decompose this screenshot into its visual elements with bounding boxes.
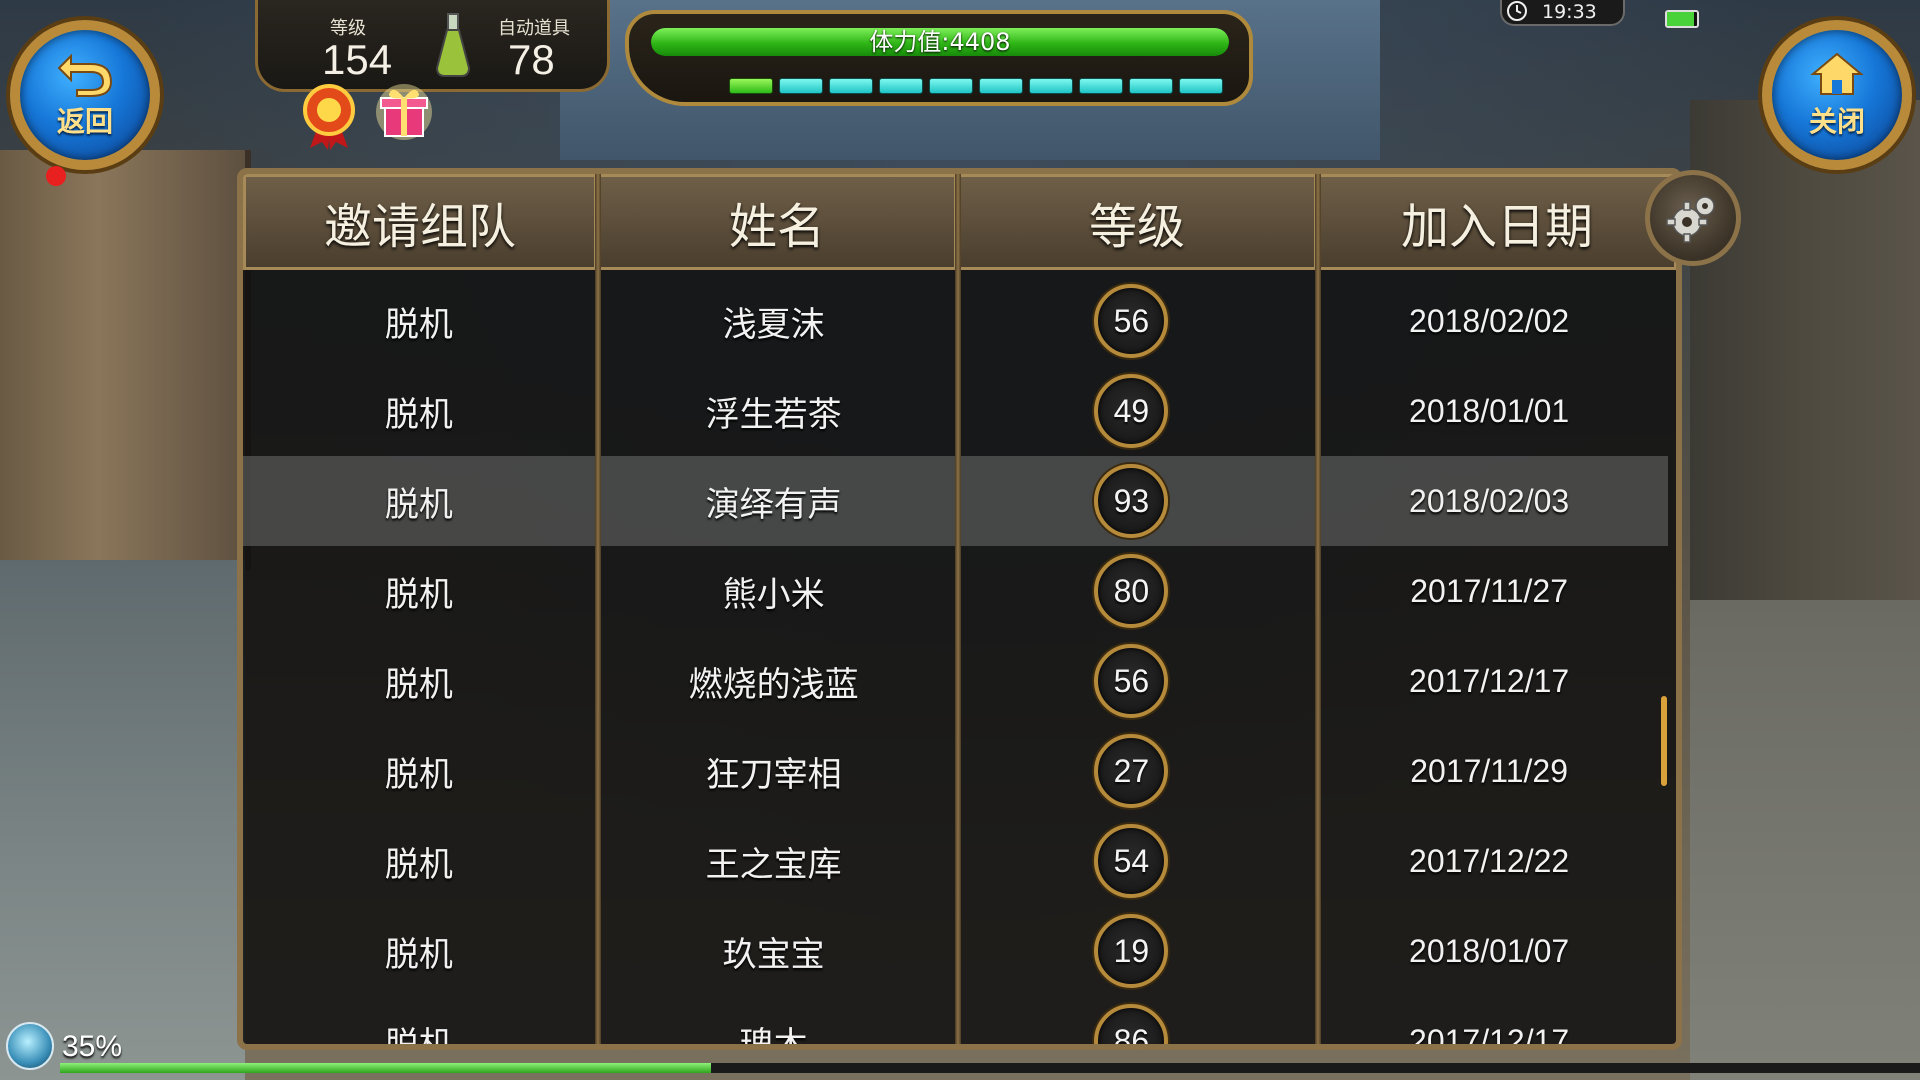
clock-icon xyxy=(1507,1,1527,21)
name-cell: 玖宝宝 xyxy=(722,934,825,975)
home-icon xyxy=(1810,52,1864,95)
stamina-segment xyxy=(1079,78,1123,94)
game-screen: 返回 等级 154 自动道具 78 体力值:4408 19:33 关闭 邀请组队… xyxy=(0,0,1920,1080)
clock: 19:33 xyxy=(1500,0,1625,26)
status-cell: 脱机 xyxy=(384,574,453,615)
clock-text: 19:33 xyxy=(1542,1,1597,23)
join-date-cell: 2017/12/17 xyxy=(1409,1022,1570,1050)
stamina-frame: 体力值:4408 xyxy=(625,10,1253,106)
table-scrollbar[interactable] xyxy=(1661,696,1667,786)
level-badge: 49 xyxy=(1094,374,1169,448)
column-divider xyxy=(1315,174,1321,1044)
status-cell: 脱机 xyxy=(384,754,453,795)
level-badge: 80 xyxy=(1094,554,1169,628)
level-badge: 56 xyxy=(1094,284,1169,358)
potion-icon xyxy=(435,13,471,77)
right-street xyxy=(1690,600,1920,1080)
join-date-cell: 2018/01/07 xyxy=(1409,932,1570,969)
name-cell: 熊小米 xyxy=(722,574,825,615)
stamina-text: 体力值:4408 xyxy=(869,28,1011,56)
join-date-cell: 2018/01/01 xyxy=(1409,392,1570,429)
status-cell: 脱机 xyxy=(384,484,453,525)
status-cell: 脱机 xyxy=(384,304,453,345)
level-cell: 54 xyxy=(953,816,1311,906)
name-cell: 燃烧的浅蓝 xyxy=(688,664,859,705)
member-table: 邀请组队 姓名 等级 加入日期 脱机 浅夏沫 56 2018/02/02 脱机 浮生若茶 4… xyxy=(237,168,1682,1050)
exp-orb-icon xyxy=(6,1022,54,1070)
exp-fill xyxy=(60,1063,711,1073)
battery-fill xyxy=(1667,12,1694,26)
join-date-cell: 2018/02/02 xyxy=(1409,302,1570,339)
level-cell: 56 xyxy=(953,636,1311,726)
right-building xyxy=(1690,100,1920,620)
stamina-segments xyxy=(729,78,1223,94)
column-divider xyxy=(955,174,961,1044)
stamina-segment xyxy=(929,78,973,94)
close-label: 关闭 xyxy=(1808,105,1865,138)
name-cell: 浮生若茶 xyxy=(705,394,842,435)
status-cell: 脱机 xyxy=(384,1024,453,1050)
join-date-cell: 2017/11/27 xyxy=(1410,572,1568,609)
level-cell: 49 xyxy=(953,366,1311,456)
exp-percent: 35% xyxy=(62,1030,123,1063)
settings-button[interactable] xyxy=(1645,170,1741,266)
exp-bar xyxy=(60,1063,1920,1073)
level-badge: 54 xyxy=(1094,824,1169,898)
header-level[interactable]: 等级 xyxy=(957,174,1317,270)
name-cell: 王之宝库 xyxy=(705,844,842,885)
left-street xyxy=(0,560,245,1080)
column-divider xyxy=(595,174,601,1044)
level-badge: 27 xyxy=(1094,734,1169,808)
gear-icon xyxy=(1666,196,1715,243)
level-cell: 19 xyxy=(953,906,1311,996)
notification-dot xyxy=(46,166,66,186)
header-invite-team[interactable]: 邀请组队 xyxy=(243,174,597,270)
level-cell: 56 xyxy=(953,276,1311,366)
level-badge: 86 xyxy=(1094,1004,1169,1044)
level-cell: 93 xyxy=(953,456,1311,546)
status-cell: 脱机 xyxy=(384,934,453,975)
close-button[interactable]: 关闭 xyxy=(1762,20,1912,170)
medal-icon[interactable] xyxy=(300,82,358,150)
level-badge: 56 xyxy=(1094,644,1169,718)
name-cell: 浅夏沫 xyxy=(722,304,825,345)
battery-indicator xyxy=(1665,10,1699,28)
join-date-cell: 2017/12/22 xyxy=(1409,842,1570,879)
gift-icon[interactable] xyxy=(375,82,433,142)
level-cell: 80 xyxy=(953,546,1311,636)
stamina-segment xyxy=(1179,78,1223,94)
stamina-segment xyxy=(1029,78,1073,94)
join-date-cell: 2017/11/29 xyxy=(1410,752,1568,789)
name-cell: 瑰木 xyxy=(739,1024,808,1050)
header-name[interactable]: 姓名 xyxy=(597,174,957,270)
stamina-segment xyxy=(779,78,823,94)
stamina-segment xyxy=(879,78,923,94)
stamina-segment xyxy=(829,78,873,94)
back-label: 返回 xyxy=(56,105,113,138)
stamina-segment xyxy=(1129,78,1173,94)
level-badge: 93 xyxy=(1094,464,1169,538)
left-building xyxy=(0,150,251,570)
name-cell: 狂刀宰相 xyxy=(705,754,842,795)
header-join-date[interactable]: 加入日期 xyxy=(1317,174,1676,270)
player-stat-panel: 等级 154 自动道具 78 xyxy=(255,0,610,92)
level-cell: 86 xyxy=(953,996,1311,1044)
status-cell: 脱机 xyxy=(384,664,453,705)
stamina-bar: 体力值:4408 xyxy=(651,28,1229,56)
join-date-cell: 2017/12/17 xyxy=(1409,662,1570,699)
join-date-cell: 2018/02/03 xyxy=(1409,482,1570,519)
level-value: 154 xyxy=(322,36,393,83)
level-badge: 19 xyxy=(1094,914,1169,988)
stamina-segment xyxy=(729,78,773,94)
status-cell: 脱机 xyxy=(384,394,453,435)
name-cell: 演绎有声 xyxy=(705,484,842,525)
stamina-segment xyxy=(979,78,1023,94)
back-arrow-icon xyxy=(57,53,113,97)
status-cell: 脱机 xyxy=(384,844,453,885)
auto-item-value: 78 xyxy=(508,36,555,83)
level-cell: 27 xyxy=(953,726,1311,816)
back-button[interactable]: 返回 xyxy=(10,20,160,170)
